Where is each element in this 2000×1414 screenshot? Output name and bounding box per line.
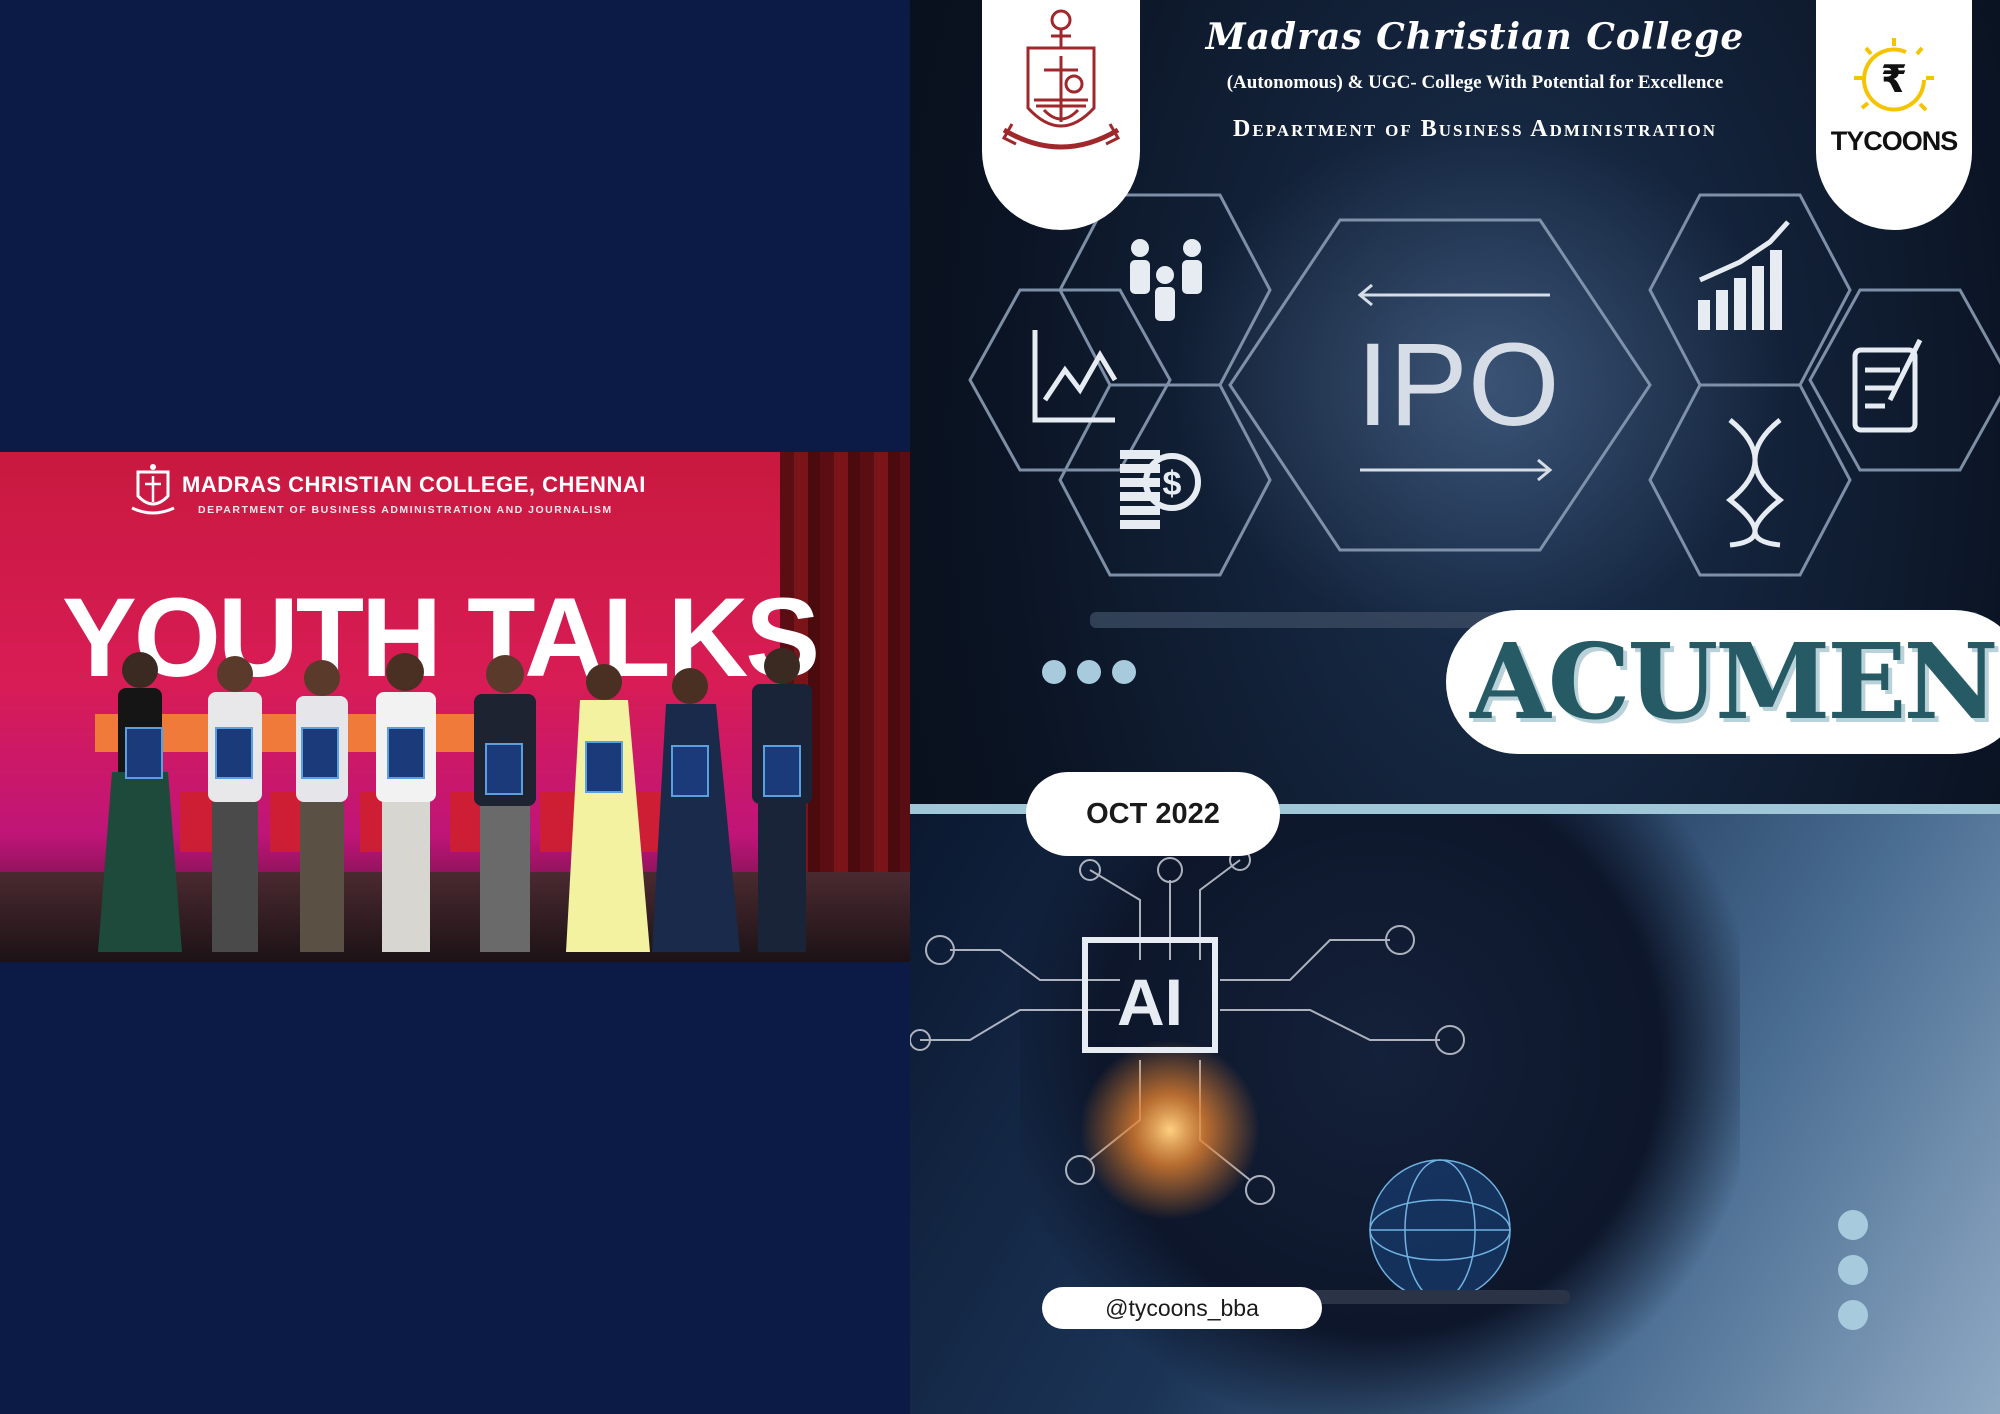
hex-document xyxy=(1808,288,2000,472)
cover-page: $ IPO AI ₹ TYCOONS Madras Christian Coll… xyxy=(910,0,2000,1414)
rupee-sun-icon: ₹ xyxy=(1854,38,1934,112)
document-edit-icon xyxy=(1852,338,1923,433)
event-photo: MADRAS CHRISTIAN COLLEGE, CHENNAI DEPART… xyxy=(0,452,910,962)
hex-growth xyxy=(1648,193,1852,387)
college-subtitle: (Autonomous) & UGC- College With Potenti… xyxy=(1226,72,1724,93)
ai-label: AI xyxy=(1117,965,1183,1039)
dot-icon xyxy=(1838,1255,1868,1285)
decorative-dots-vertical xyxy=(1838,1210,1868,1345)
speakers-group-illustration xyxy=(98,648,812,952)
magazine-spread: MADRAS CHRISTIAN COLLEGE, CHENNAI DEPART… xyxy=(0,0,2000,1414)
ipo-label: IPO xyxy=(1356,319,1559,451)
dot-icon xyxy=(1838,1300,1868,1330)
tycoons-tab: ₹ TYCOONS xyxy=(1816,0,1972,230)
left-page: MADRAS CHRISTIAN COLLEGE, CHENNAI DEPART… xyxy=(0,0,910,1414)
dollar-coins-icon: $ xyxy=(1120,450,1201,529)
dna-icon xyxy=(1725,418,1785,548)
department-name: Department of Business Administration xyxy=(1233,116,1717,142)
crest-tab xyxy=(982,0,1140,230)
dot-icon xyxy=(1077,660,1101,684)
social-handle: @tycoons_bba xyxy=(1042,1287,1322,1329)
line-chart-icon xyxy=(1032,330,1118,423)
decorative-dots-horizontal xyxy=(1042,660,1147,689)
dot-icon xyxy=(1838,1210,1868,1240)
svg-text:$: $ xyxy=(1163,465,1182,503)
issue-date-badge: OCT 2022 xyxy=(1026,772,1280,856)
college-crest-icon xyxy=(1001,9,1121,150)
team-icon xyxy=(1130,239,1202,321)
college-name: Madras Christian College xyxy=(1205,16,1745,58)
person-silhouette xyxy=(98,652,182,952)
magazine-title: ACUMEN xyxy=(1470,620,1999,743)
svg-text:₹: ₹ xyxy=(1881,57,1907,101)
dot-icon xyxy=(1042,660,1066,684)
tycoons-logo-text: TYCOONS xyxy=(1830,126,1959,156)
growth-bars-icon xyxy=(1698,220,1790,330)
digital-globe-graphic xyxy=(1310,1159,1570,1304)
dot-icon xyxy=(1112,660,1136,684)
